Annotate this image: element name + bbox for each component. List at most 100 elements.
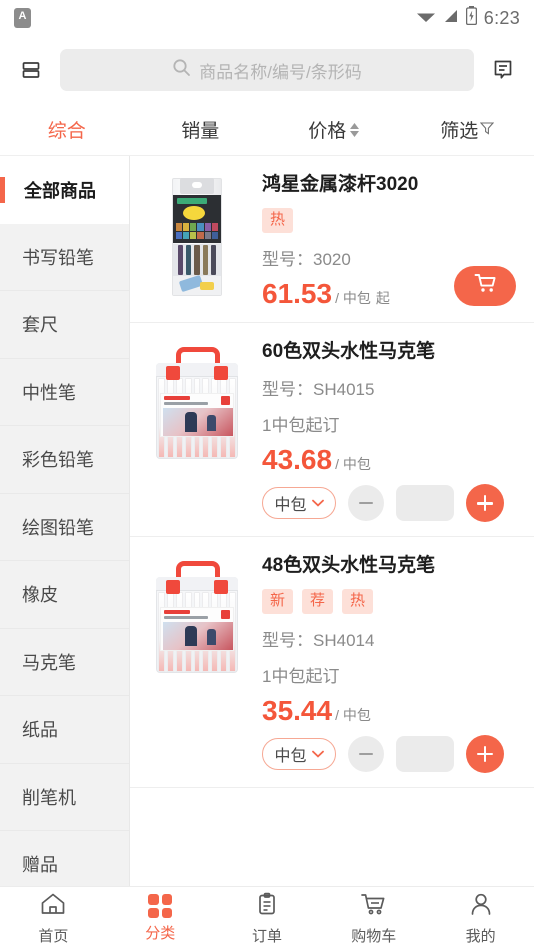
sidebar-item-color-pencils[interactable]: 彩色铅笔 xyxy=(0,426,129,494)
nav-item-home[interactable]: 首页 xyxy=(0,887,107,950)
sort-tab-bar: 综合 销量 价格 筛选 xyxy=(0,104,534,156)
product-price-unit: / 中包 xyxy=(335,706,371,723)
nav-label: 我的 xyxy=(465,927,496,945)
add-to-cart-button[interactable] xyxy=(454,265,516,306)
category-sidebar[interactable]: 全部商品 书写铅笔 套尺 中性笔 彩色铅笔 绘图铅笔 橡皮 马克笔 纸品 削笔机… xyxy=(0,156,130,886)
nav-label: 分类 xyxy=(145,925,176,942)
sort-arrows-icon xyxy=(350,122,360,137)
nav-item-cart[interactable]: 购物车 xyxy=(320,887,427,950)
status-bar-clock: 6:23 xyxy=(483,7,520,28)
notification-app-icon: A xyxy=(14,8,31,28)
decrease-quantity-button[interactable] xyxy=(348,485,384,522)
user-profile-icon xyxy=(469,892,493,921)
status-bar: A 6:23 xyxy=(0,0,534,36)
product-price-suffix: 起 xyxy=(375,289,390,306)
product-moq: 1中包起订 xyxy=(262,416,340,436)
product-price-unit: / 中包 xyxy=(335,456,371,473)
nav-item-category[interactable]: 分类 xyxy=(107,887,214,950)
battery-charging-icon xyxy=(465,6,477,30)
status-badge: 热 xyxy=(342,589,374,614)
sidebar-item-drawing-pencils[interactable]: 绘图铅笔 xyxy=(0,493,129,561)
status-bar-left: A xyxy=(14,8,31,28)
sidebar-item-writing-pencils[interactable]: 书写铅笔 xyxy=(0,223,129,291)
category-grid-icon xyxy=(148,894,173,918)
product-price: 43.68 xyxy=(262,444,333,476)
marker-case-image xyxy=(150,340,244,465)
product-info: 60色双头水性马克笔 型号：SH4015 1中包起订 43.68 / 中包 中包 xyxy=(262,341,516,523)
quantity-input[interactable] xyxy=(396,735,454,772)
product-title: 48色双头水性马克笔 xyxy=(262,555,436,577)
shopping-cart-icon xyxy=(473,272,497,299)
unit-select[interactable]: 中包 xyxy=(262,487,336,520)
nav-label: 订单 xyxy=(251,927,282,945)
product-card[interactable]: 60色双头水性马克笔 型号：SH4015 1中包起订 43.68 / 中包 中包 xyxy=(130,323,534,538)
product-price-row: 43.68 / 中包 xyxy=(262,446,516,474)
quantity-stepper: 中包 xyxy=(262,484,516,523)
increase-quantity-button[interactable] xyxy=(466,734,504,773)
status-bar-right: 6:23 xyxy=(416,6,520,30)
search-input[interactable]: 商品名称/编号/条形码 xyxy=(60,49,474,91)
status-badge: 荐 xyxy=(302,589,334,614)
product-card[interactable]: 48色双头水性马克笔 新 荐 热 型号：SH4014 1中包起订 35.44 /… xyxy=(130,537,534,788)
sidebar-item-gifts[interactable]: 赠品 xyxy=(0,831,129,886)
product-model: 型号：SH4014 xyxy=(262,630,375,650)
nav-label: 购物车 xyxy=(351,927,397,945)
product-list[interactable]: 鸿星金属漆杆3020 热 型号：3020 61.53 / 中包 起 60色双头水… xyxy=(130,156,534,886)
marker-case-image xyxy=(150,555,244,680)
product-price-unit: / 中包 xyxy=(335,289,371,306)
sidebar-item-paper[interactable]: 纸品 xyxy=(0,696,129,764)
sidebar-item-gel-pens[interactable]: 中性笔 xyxy=(0,358,129,426)
unit-select-value: 中包 xyxy=(274,497,307,515)
quantity-stepper: 中包 xyxy=(262,734,516,773)
shopping-cart-icon xyxy=(360,892,387,921)
chevron-down-icon xyxy=(311,745,324,763)
quantity-input[interactable] xyxy=(396,485,454,522)
product-title: 鸿星金属漆杆3020 xyxy=(262,174,419,195)
tab-sales[interactable]: 销量 xyxy=(134,104,268,155)
increase-quantity-button[interactable] xyxy=(466,484,504,523)
pencil-pack-image xyxy=(150,174,244,298)
app-screen: A 6:23 商品名称/编号/条形码 综合 销量 价格 筛选 全部商品 书写铅笔… xyxy=(0,0,534,950)
nav-item-orders[interactable]: 订单 xyxy=(214,887,321,950)
product-thumbnail xyxy=(150,174,244,298)
product-title: 60色双头水性马克笔 xyxy=(262,340,436,362)
search-placeholder: 商品名称/编号/条形码 xyxy=(199,62,362,82)
search-icon xyxy=(172,58,191,82)
status-badge: 热 xyxy=(262,207,294,233)
product-card[interactable]: 鸿星金属漆杆3020 热 型号：3020 61.53 / 中包 起 xyxy=(130,156,534,323)
sidebar-item-sharpeners[interactable]: 削笔机 xyxy=(0,763,129,831)
nav-label: 首页 xyxy=(38,927,69,945)
product-price: 35.44 xyxy=(262,694,333,726)
sidebar-item-erasers[interactable]: 橡皮 xyxy=(0,561,129,629)
wifi-icon xyxy=(416,8,436,29)
tab-comprehensive[interactable]: 综合 xyxy=(0,104,134,155)
product-badges: 新 荐 热 xyxy=(262,589,516,614)
bottom-navigation: 首页 分类 订单 购物车 我的 xyxy=(0,886,534,950)
product-price-row: 35.44 / 中包 xyxy=(262,694,516,726)
signal-icon xyxy=(443,8,459,29)
message-icon[interactable] xyxy=(486,53,520,87)
product-model: 型号：SH4015 xyxy=(262,380,375,400)
search-header: 商品名称/编号/条形码 xyxy=(0,36,534,104)
nav-item-profile[interactable]: 我的 xyxy=(427,887,534,950)
filter-funnel-icon xyxy=(480,119,495,141)
tab-price[interactable]: 价格 xyxy=(267,104,401,155)
product-info: 48色双头水性马克笔 新 荐 热 型号：SH4014 1中包起订 35.44 /… xyxy=(262,555,516,773)
product-price: 61.53 xyxy=(262,277,333,309)
sidebar-item-ruler-set[interactable]: 套尺 xyxy=(0,291,129,359)
sidebar-item-markers[interactable]: 马克笔 xyxy=(0,628,129,696)
chevron-down-icon xyxy=(311,494,324,512)
clipboard-order-icon xyxy=(255,892,279,921)
product-thumbnail xyxy=(150,555,244,680)
content-area: 全部商品 书写铅笔 套尺 中性笔 彩色铅笔 绘图铅笔 橡皮 马克笔 纸品 削笔机… xyxy=(0,156,534,886)
sidebar-item-all-products[interactable]: 全部商品 xyxy=(0,156,129,224)
product-moq: 1中包起订 xyxy=(262,666,340,686)
list-layout-icon[interactable] xyxy=(14,53,48,87)
product-thumbnail xyxy=(150,340,244,465)
decrease-quantity-button[interactable] xyxy=(348,735,384,772)
home-icon xyxy=(40,892,66,921)
tab-filter[interactable]: 筛选 xyxy=(401,104,534,155)
status-badge: 新 xyxy=(262,589,294,614)
unit-select[interactable]: 中包 xyxy=(262,737,336,770)
product-badges: 热 xyxy=(262,207,516,233)
